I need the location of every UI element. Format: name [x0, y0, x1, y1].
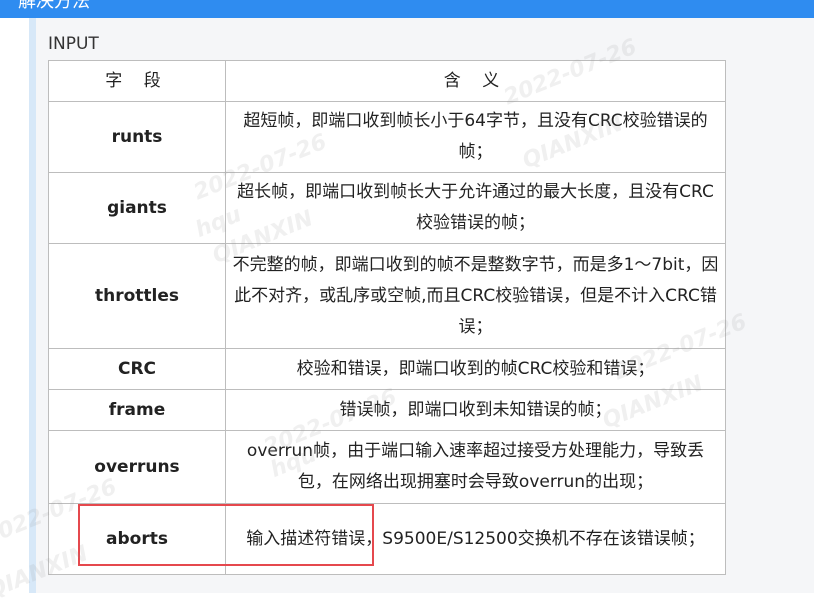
- field-name: aborts: [48, 503, 226, 575]
- field-meaning: 输入描述符错误，S9500E/S12500交换机不存在该错误帧；: [225, 503, 726, 575]
- field-meaning: 超长帧，即端口收到帧长大于允许通过的最大长度，且没有CRC校验错误的帧；: [225, 172, 726, 244]
- field-name: frame: [48, 389, 226, 431]
- input-fields-table: 字 段 含 义 runts 超短帧，即端口收到帧长小于64字节，且没有CRC校验…: [48, 60, 726, 575]
- field-name: CRC: [48, 348, 226, 390]
- field-name: giants: [48, 172, 226, 244]
- column-header-meaning: 含 义: [225, 60, 726, 102]
- field-name: runts: [48, 101, 226, 173]
- panel-accent-bar: [29, 18, 36, 593]
- table-row: overruns overrun帧，由于端口输入速率超过接受方处理能力，导致丢包…: [48, 430, 726, 504]
- input-section-label: INPUT: [48, 34, 99, 54]
- table-row: throttles 不完整的帧，即端口收到的帧不是整数字节，而是多1～7bit，…: [48, 243, 726, 349]
- content-panel: INPUT 字 段 含 义 runts 超短帧，即端口收到帧长小于64字节，且没…: [29, 18, 814, 593]
- field-meaning: 超短帧，即端口收到帧长小于64字节，且没有CRC校验错误的帧；: [225, 101, 726, 173]
- field-meaning: 校验和错误，即端口收到的帧CRC校验和错误；: [225, 348, 726, 390]
- column-header-field: 字 段: [48, 60, 226, 102]
- field-meaning: 错误帧，即端口收到未知错误的帧；: [225, 389, 726, 431]
- table-row: CRC 校验和错误，即端口收到的帧CRC校验和错误；: [48, 348, 726, 390]
- field-meaning: 不完整的帧，即端口收到的帧不是整数字节，而是多1～7bit，因此不对齐，或乱序或…: [225, 243, 726, 349]
- field-meaning: overrun帧，由于端口输入速率超过接受方处理能力，导致丢包，在网络出现拥塞时…: [225, 430, 726, 504]
- field-name: throttles: [48, 243, 226, 349]
- table-header-row: 字 段 含 义: [48, 60, 726, 102]
- section-header-bar: 解决方法: [0, 0, 814, 18]
- field-name: overruns: [48, 430, 226, 504]
- table-row: giants 超长帧，即端口收到帧长大于允许通过的最大长度，且没有CRC校验错误…: [48, 172, 726, 244]
- table-row: runts 超短帧，即端口收到帧长小于64字节，且没有CRC校验错误的帧；: [48, 101, 726, 173]
- section-title: 解决方法: [18, 0, 90, 12]
- table-row: aborts 输入描述符错误，S9500E/S12500交换机不存在该错误帧；: [48, 503, 726, 575]
- table-row: frame 错误帧，即端口收到未知错误的帧；: [48, 389, 726, 431]
